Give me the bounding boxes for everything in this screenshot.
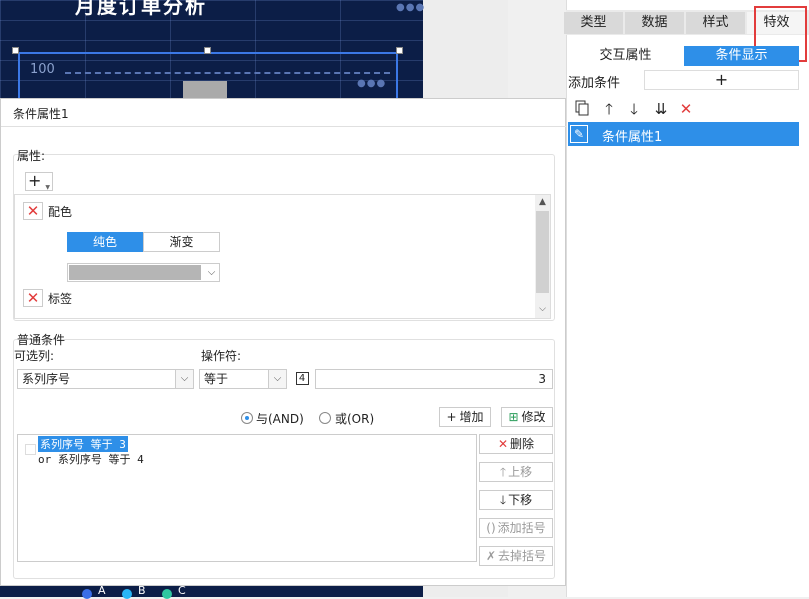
radio-or-label: 或(OR): [335, 412, 375, 426]
value-type-icon: 4: [295, 372, 309, 385]
attribute-list: ✕ 配色 ✕ 标签: [14, 194, 551, 319]
condition-group-label: 普通条件: [17, 333, 66, 347]
scroll-up-icon[interactable]: ▲: [535, 195, 550, 209]
value-type-button[interactable]: 4: [292, 369, 312, 389]
copy-icon[interactable]: [573, 100, 591, 118]
tab-data[interactable]: 数据: [625, 12, 684, 34]
add-condition-label: 添加条件: [568, 76, 621, 91]
grid-dash-line: [65, 72, 390, 74]
resize-handle[interactable]: [12, 47, 19, 54]
delete-icon[interactable]: ✕: [677, 100, 695, 118]
chevron-down-icon[interactable]: ⌵: [175, 370, 193, 388]
add-condition-button[interactable]: +: [644, 70, 799, 90]
add-attribute-button[interactable]: + ▼: [25, 172, 53, 191]
condition-checkbox[interactable]: [25, 444, 36, 455]
chart-menu-dots-icon: ●●●: [357, 78, 387, 89]
condition-line[interactable]: or 系列序号 等于 4: [38, 451, 144, 467]
color-mode-solid[interactable]: 纯色: [67, 232, 143, 252]
condition-list-item[interactable]: ✎ 条件属性1: [568, 122, 799, 146]
move-down-button[interactable]: 🡓 下移: [479, 490, 553, 510]
divider: [1, 126, 567, 127]
scroll-down-icon[interactable]: ⌵: [535, 302, 550, 316]
subtab-condition-display[interactable]: 条件显示: [684, 46, 799, 66]
operator-label: 操作符:: [201, 349, 242, 363]
chevron-down-icon[interactable]: ⌵: [268, 370, 286, 388]
chart-legend: [0, 586, 423, 597]
scroll-thumb[interactable]: [536, 211, 549, 293]
subtab-interaction[interactable]: 交互属性: [568, 46, 683, 66]
arrow-up-icon: 🡑: [499, 465, 507, 479]
arrow-down-icon[interactable]: 🡓: [625, 100, 643, 118]
resize-handle[interactable]: [204, 47, 211, 54]
condition-expression-list[interactable]: 系列序号 等于 3 or 系列序号 等于 4: [17, 434, 477, 562]
condition-value-input[interactable]: 3: [315, 369, 553, 389]
move-up-button[interactable]: 🡑 上移: [479, 462, 553, 482]
column-select-value: 系列序号: [22, 372, 71, 386]
arrow-down-icon: 🡓: [499, 493, 507, 507]
remove-attribute-icon[interactable]: ✕: [23, 289, 43, 307]
arrow-up-icon[interactable]: 🡑: [600, 100, 618, 118]
attribute-group-label: 属性:: [17, 149, 46, 163]
plus-icon: +: [28, 171, 42, 190]
move-to-bottom-icon[interactable]: ⇊: [652, 100, 670, 118]
radio-and-label: 与(AND): [256, 412, 304, 426]
column-select[interactable]: 系列序号 ⌵: [17, 369, 194, 389]
operator-select-value: 等于: [204, 372, 229, 386]
add-parenthesis-button[interactable]: () 添加括号: [479, 518, 553, 538]
remove-attribute-icon[interactable]: ✕: [23, 202, 43, 220]
plus-icon: +: [446, 410, 457, 424]
condition-attribute-dialog: 条件属性1 属性: + ▼ ✕ 配色 ✕ 标签 纯色 渐变 ⌵ ▲ ⌵ 普通条件…: [0, 98, 567, 586]
legend-label: C: [178, 584, 186, 597]
resize-handle[interactable]: [396, 47, 403, 54]
axis-tick-label: 100: [30, 62, 55, 77]
radio-or[interactable]: [319, 412, 331, 424]
column-label: 可选列:: [14, 349, 55, 363]
color-picker[interactable]: ⌵: [67, 263, 220, 282]
attribute-name: 配色: [48, 205, 73, 219]
radio-and[interactable]: [241, 412, 253, 424]
dialog-title: 条件属性1: [13, 107, 69, 121]
modify-condition-button[interactable]: ⊞ 修改: [501, 407, 553, 427]
operator-select[interactable]: 等于 ⌵: [199, 369, 287, 389]
delete-icon: ✕: [497, 437, 509, 451]
tab-style[interactable]: 样式: [686, 12, 745, 34]
edit-grid-icon: ⊞: [508, 410, 519, 424]
legend-label: A: [98, 584, 106, 597]
legend-marker: [122, 589, 132, 599]
condition-item-label: 条件属性1: [602, 130, 663, 145]
condition-line[interactable]: 系列序号 等于 3: [38, 436, 128, 452]
pencil-icon[interactable]: ✎: [570, 125, 588, 143]
chevron-down-icon[interactable]: ⌵: [204, 264, 219, 281]
remove-parenthesis-button[interactable]: ✗ 去掉括号: [479, 546, 553, 566]
chart-menu-dots-icon: ●●●: [396, 2, 426, 13]
tab-type[interactable]: 类型: [564, 12, 623, 34]
color-mode-gradient[interactable]: 渐变: [143, 232, 220, 252]
remove-parenthesis-icon: ✗: [485, 549, 497, 563]
delete-condition-button[interactable]: ✕ 删除: [479, 434, 553, 454]
chart-title: 月度订单分析: [75, 0, 207, 18]
color-swatch: [69, 265, 201, 280]
legend-marker: [162, 589, 172, 599]
attribute-name: 标签: [48, 292, 73, 306]
parenthesis-icon: (): [486, 521, 496, 535]
add-condition-line-button[interactable]: + 增加: [439, 407, 491, 427]
attribute-scrollbar[interactable]: ▲ ⌵: [535, 195, 550, 318]
legend-label: B: [138, 584, 146, 597]
legend-marker: [82, 589, 92, 599]
chart-bar: [183, 81, 227, 98]
